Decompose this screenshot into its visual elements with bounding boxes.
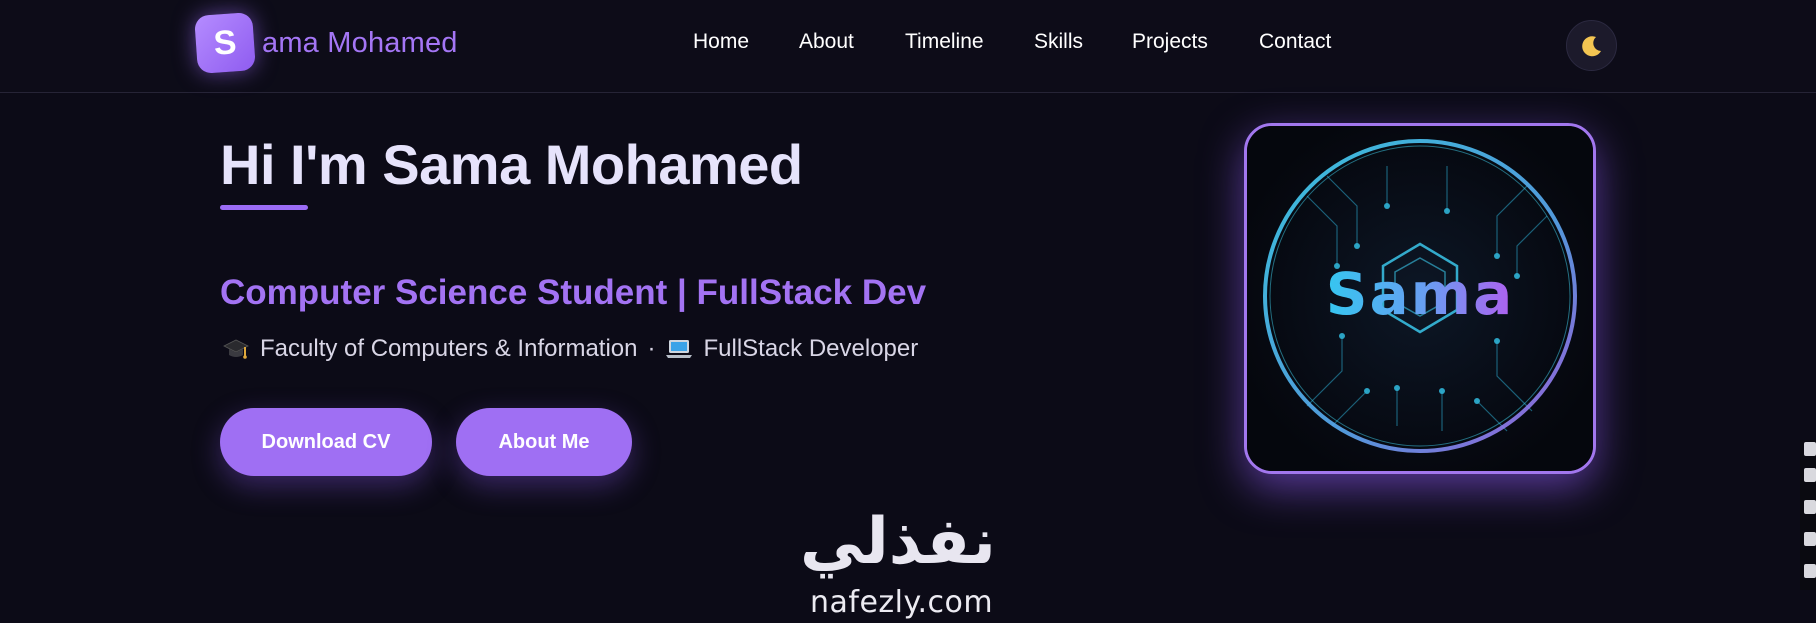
nav-about[interactable]: About [799,30,854,54]
watermark-latin-text: nafezly.com [810,585,994,620]
theme-toggle-button[interactable] [1566,20,1617,71]
edge-toolbar [1800,440,1816,590]
nav-projects[interactable]: Projects [1132,30,1208,54]
edge-tool-3[interactable] [1804,500,1816,514]
edge-tool-5[interactable] [1804,564,1816,578]
nav-skills[interactable]: Skills [1034,30,1083,54]
laptop-icon [666,340,693,358]
about-me-button[interactable]: About Me [456,408,632,476]
navbar: S ama Mohamed Home About Timeline Skills… [0,0,1816,93]
watermark: نفذلي nafezly.com [780,505,1040,623]
hero-info: Faculty of Computers & Information · Ful… [222,335,918,363]
hero-title: Hi I'm Sama Mohamed [220,133,803,196]
edge-tool-2[interactable] [1804,468,1816,482]
download-cv-button[interactable]: Download CV [220,408,432,476]
watermark-arabic-text: نفذلي [800,505,996,579]
profile-image: Sama [1244,123,1596,474]
title-underline [220,205,308,210]
nav-menu: Home About Timeline Skills Projects Cont… [0,0,1816,88]
faculty-text: Faculty of Computers & Information [260,335,638,362]
profile-logo-text: Sama [1326,260,1515,328]
graduation-cap-icon [223,339,249,359]
nav-contact[interactable]: Contact [1259,30,1331,54]
moon-icon [1581,35,1601,56]
nav-home[interactable]: Home [693,30,749,54]
role-text: FullStack Developer [703,335,919,362]
edge-tool-4[interactable] [1804,532,1816,546]
edge-tool-1[interactable] [1804,442,1816,456]
info-separator: · [647,335,656,362]
nav-timeline[interactable]: Timeline [905,30,984,54]
profile-logo-graphic: Sama [1247,126,1593,471]
hero-subtitle: Computer Science Student | FullStack Dev [220,273,927,312]
